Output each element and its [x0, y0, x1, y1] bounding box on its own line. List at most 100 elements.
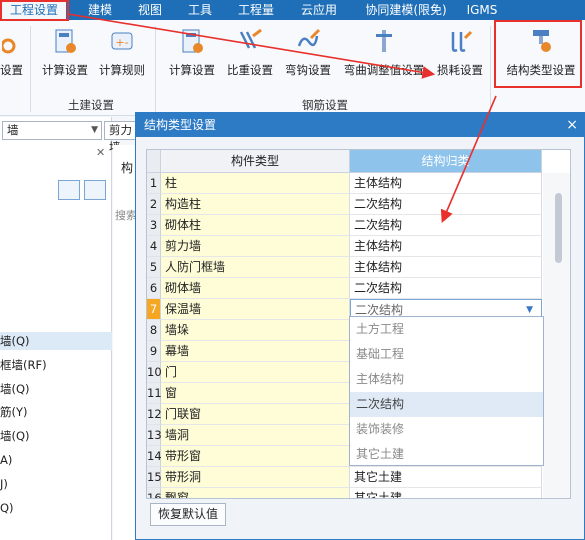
bend-icon: [376, 30, 392, 52]
table-row[interactable]: 1 柱主体结构: [147, 173, 542, 194]
component-type-cell: 人防门框墙: [161, 257, 350, 278]
component-type-cell: 砌体柱: [161, 215, 350, 236]
ribbon-button-label: 计算设置: [42, 63, 88, 77]
component-type-cell: 砌体墙: [161, 278, 350, 299]
category-cell[interactable]: 其它土建: [350, 467, 542, 488]
grid-view-icon[interactable]: [84, 180, 106, 200]
hook-settings-button[interactable]: 弯钩设置: [282, 28, 334, 90]
close-icon[interactable]: ×: [566, 113, 578, 137]
column-header-component-type[interactable]: 构件类型: [161, 150, 350, 173]
component-type-select[interactable]: 墙 ▼: [2, 121, 102, 140]
ribbon-button-label: 计算设置: [169, 63, 215, 77]
table-row[interactable]: 6 砌体墙 二次结构: [147, 278, 542, 299]
row-number: 6: [147, 278, 161, 299]
loss-icon: [451, 30, 473, 52]
dropdown-option[interactable]: 主体结构: [350, 367, 543, 392]
row-number: 10: [147, 362, 162, 383]
component-type-cell: 幕墙: [161, 341, 350, 362]
table-row[interactable]: 16 飘窗 其它土建: [147, 488, 542, 498]
category-cell[interactable]: 主体结构: [350, 257, 542, 278]
ribbon-divider: [490, 26, 491, 112]
menu-quantity[interactable]: 工程量: [232, 0, 280, 20]
table-row[interactable]: 5 人防门框墙 主体结构: [147, 257, 542, 278]
weight-settings-button[interactable]: 比重设置: [224, 28, 276, 90]
annotation-box-structure-button: [494, 20, 582, 88]
row-number: 2: [147, 194, 161, 215]
settings-icon: [2, 38, 16, 54]
search-input[interactable]: 搜索: [115, 207, 137, 223]
bend-adjust-settings-button[interactable]: 弯曲调整值设置: [340, 28, 428, 90]
table-row[interactable]: 2 构造柱 二次结构: [147, 194, 542, 215]
ribbon-partial-settings-button[interactable]: 设置: [0, 28, 23, 90]
weight-icon: [239, 28, 262, 49]
group-label-civil: 土建设置: [68, 98, 114, 112]
category-cell[interactable]: 二次结构: [350, 215, 542, 236]
menu-view[interactable]: 视图: [132, 0, 168, 20]
tree-item[interactable]: 框墙(RF): [0, 356, 47, 374]
civil-calc-settings-button[interactable]: 计算设置: [37, 28, 93, 90]
civil-calc-rules-button[interactable]: +- 计算规则: [96, 28, 148, 90]
category-cell[interactable]: 二次结构: [350, 194, 542, 215]
table-row[interactable]: 15 带形洞 其它土建: [147, 467, 542, 488]
close-icon[interactable]: ✕: [96, 146, 105, 159]
menu-igms[interactable]: IGMS: [462, 0, 502, 20]
dropdown-option-selected[interactable]: 二次结构: [350, 392, 543, 417]
tree-item[interactable]: Q): [0, 499, 14, 517]
category-cell[interactable]: 其它土建: [350, 488, 542, 498]
menu-modeling[interactable]: 建模: [82, 0, 118, 20]
ribbon-button-label: 设置: [0, 63, 23, 77]
component-type-cell: 飘窗: [161, 488, 350, 498]
row-number: 4: [147, 236, 161, 257]
tree-item[interactable]: A): [0, 451, 12, 469]
row-number-header: [147, 150, 161, 173]
ribbon-divider: [155, 26, 156, 112]
row-number: 12: [147, 404, 162, 425]
tree-item[interactable]: 墙(Q): [0, 380, 30, 398]
tree-item[interactable]: 筋(Y): [0, 403, 28, 421]
row-number: 8: [147, 320, 161, 341]
menu-cloud[interactable]: 云应用: [296, 0, 342, 20]
component-type-cell: 窗: [161, 383, 350, 404]
component-type-cell: 墙洞: [161, 425, 350, 446]
restore-defaults-button[interactable]: 恢复默认值: [150, 503, 226, 526]
dropdown-option[interactable]: 其它土建: [350, 442, 543, 467]
tree-item[interactable]: J): [0, 475, 8, 493]
menu-tools[interactable]: 工具: [182, 0, 218, 20]
svg-text:+-: +-: [115, 36, 128, 49]
column-header-structure-category[interactable]: 结构归类: [350, 150, 542, 173]
ribbon-button-label: 损耗设置: [437, 63, 483, 77]
dialog-title: 结构类型设置: [144, 118, 217, 132]
select-value: 二次结构: [355, 303, 404, 317]
rebar-calc-settings-button[interactable]: 计算设置: [166, 28, 218, 90]
row-number: 3: [147, 215, 161, 236]
mid-header: 构: [121, 161, 134, 175]
hook-icon: [297, 28, 321, 47]
row-number: 15: [147, 467, 162, 488]
calc-rules-icon: +-: [111, 32, 133, 50]
dialog-titlebar: 结构类型设置 ×: [136, 113, 584, 137]
component-type-cell: 带形洞: [161, 467, 350, 488]
row-number: 7: [147, 299, 161, 320]
annotation-box-menu: [0, 0, 69, 21]
category-cell[interactable]: 主体结构: [350, 173, 542, 194]
component-type-cell: 门: [161, 362, 350, 383]
ribbon-divider: [30, 26, 31, 112]
tree-item[interactable]: 墙(Q): [0, 332, 112, 350]
ribbon-button-label: 计算规则: [99, 63, 145, 77]
vertical-scrollbar[interactable]: [543, 173, 570, 498]
select-value: 墙: [7, 123, 19, 137]
menu-collab-modeling[interactable]: 协同建模(限免): [360, 0, 452, 20]
scrollbar-thumb[interactable]: [555, 193, 562, 263]
loss-settings-button[interactable]: 损耗设置: [434, 28, 486, 90]
dropdown-option[interactable]: 装饰装修: [350, 417, 543, 442]
list-view-icon[interactable]: [58, 180, 80, 200]
table-row[interactable]: 4 剪力墙 主体结构: [147, 236, 542, 257]
category-cell[interactable]: 二次结构: [350, 278, 542, 299]
chevron-down-icon: ▼: [91, 125, 98, 135]
table-row[interactable]: 3 砌体柱 二次结构: [147, 215, 542, 236]
tree-item[interactable]: 墙(Q): [0, 427, 30, 445]
dropdown-option[interactable]: 土方工程: [350, 317, 543, 342]
dropdown-option[interactable]: 基础工程: [350, 342, 543, 367]
category-cell[interactable]: 主体结构: [350, 236, 542, 257]
component-type-cell: 保温墙: [161, 299, 350, 320]
